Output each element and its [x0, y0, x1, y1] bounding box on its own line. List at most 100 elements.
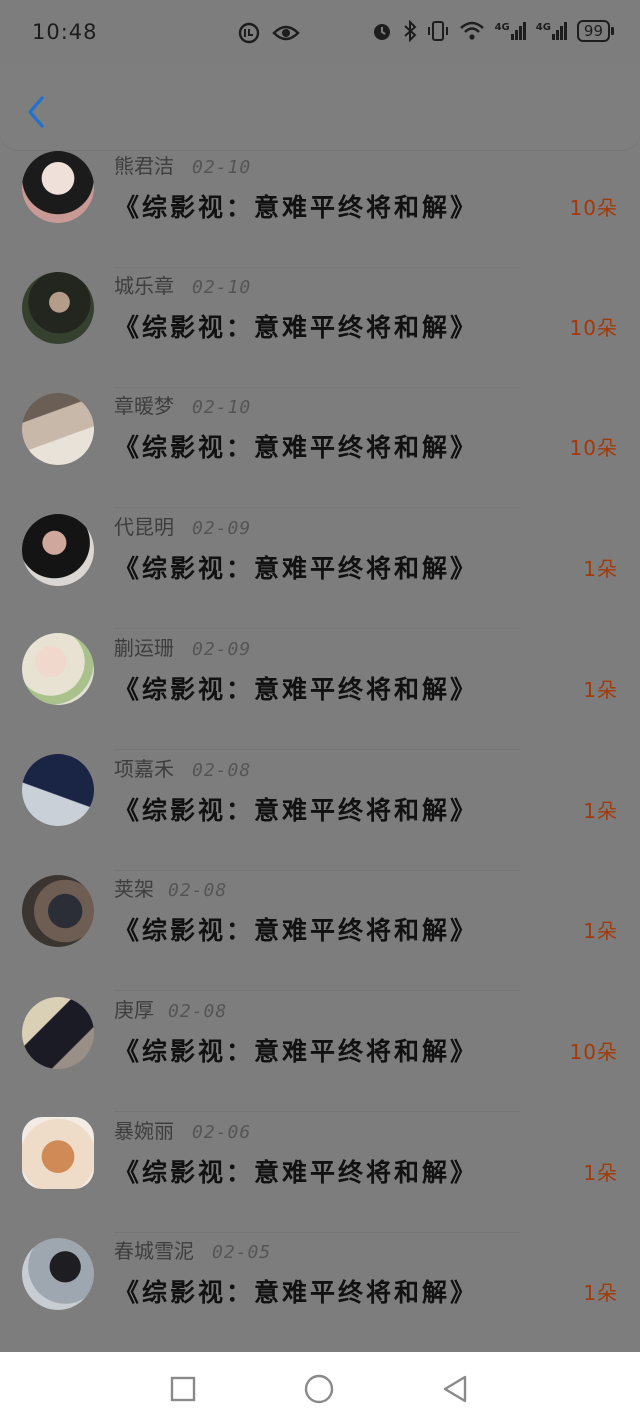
battery-indicator: 99: [576, 20, 615, 42]
avatar[interactable]: [22, 875, 94, 947]
home-button[interactable]: [302, 1372, 336, 1406]
avatar[interactable]: [22, 514, 94, 586]
user-name: 熊君洁: [114, 154, 174, 178]
back-button[interactable]: [18, 92, 54, 132]
user-name: 代昆明: [114, 515, 174, 539]
signal-1-icon: 4G: [495, 22, 526, 40]
item-meta: 章暖梦 02-10: [114, 390, 251, 419]
item-meta: 庚厚 02-08: [114, 994, 227, 1023]
vibrate-icon: [427, 21, 448, 41]
flower-count: 1朵: [583, 919, 618, 943]
item-meta: 蒯运珊 02-09: [114, 632, 251, 661]
list-item[interactable]: 熊君洁 02-10 《综影视：意难平终将和解》 10朵: [0, 148, 640, 268]
flower-count: 10朵: [569, 1040, 618, 1064]
avatar[interactable]: [22, 151, 94, 223]
item-meta: 项嘉禾 02-08: [114, 753, 251, 782]
avatar[interactable]: [22, 997, 94, 1069]
item-title: 《综影视：意难平终将和解》: [114, 675, 479, 704]
item-date: 02-08: [192, 760, 252, 781]
avatar[interactable]: [22, 272, 94, 344]
item-meta: 荚架 02-08: [114, 873, 227, 902]
list-item[interactable]: 暴婉丽 02-06 《综影视：意难平终将和解》 1朵: [0, 1113, 640, 1233]
flower-count: 1朵: [583, 1161, 618, 1185]
flower-count: 1朵: [583, 557, 618, 581]
divider: [114, 628, 520, 629]
item-title: 《综影视：意难平终将和解》: [114, 193, 479, 222]
item-date: 02-10: [192, 277, 252, 298]
avatar[interactable]: [22, 633, 94, 705]
list-item[interactable]: 庚厚 02-08 《综影视：意难平终将和解》 10朵: [0, 992, 640, 1112]
item-date: 02-05: [212, 1242, 272, 1263]
item-meta: 代昆明 02-09: [114, 511, 251, 540]
network-type-1: 4G: [494, 22, 510, 33]
item-date: 02-08: [168, 880, 228, 901]
item-title: 《综影视：意难平终将和解》: [114, 796, 479, 825]
status-bar: 10:48 4G 4G 99: [0, 0, 640, 64]
user-name: 蒯运珊: [114, 636, 174, 660]
user-name: 城乐章: [114, 274, 174, 298]
divider: [114, 990, 520, 991]
flower-count: 10朵: [569, 316, 618, 340]
item-title: 《综影视：意难平终将和解》: [114, 1037, 479, 1066]
item-title: 《综影视：意难平终将和解》: [114, 433, 479, 462]
alarm-icon: [373, 24, 390, 40]
item-meta: 城乐章 02-10: [114, 270, 251, 299]
user-name: 荚架: [114, 877, 154, 901]
list-item[interactable]: 蒯运珊 02-09 《综影视：意难平终将和解》 1朵: [0, 630, 640, 750]
item-meta: 春城雪泥 02-05: [114, 1235, 271, 1264]
item-date: 02-09: [192, 518, 252, 539]
user-name: 项嘉禾: [114, 757, 174, 781]
flower-count: 10朵: [569, 436, 618, 460]
item-title: 《综影视：意难平终将和解》: [114, 1158, 479, 1187]
wifi-icon: [459, 21, 484, 40]
divider: [114, 507, 520, 508]
eye-icon: [272, 25, 300, 41]
item-date: 02-10: [192, 397, 252, 418]
divider: [114, 1111, 520, 1112]
list-item[interactable]: 项嘉禾 02-08 《综影视：意难平终将和解》 1朵: [0, 751, 640, 871]
gift-record-list: 熊君洁 02-10 《综影视：意难平终将和解》 10朵 城乐章 02-10 《综…: [0, 148, 640, 1348]
user-name: 春城雪泥: [114, 1239, 194, 1263]
list-item[interactable]: 荚架 02-08 《综影视：意难平终将和解》 1朵: [0, 871, 640, 991]
status-icons-left: [238, 22, 300, 44]
signal-2-icon: 4G: [536, 22, 567, 40]
status-time: 10:48: [32, 20, 98, 44]
status-icons-right: 4G 4G 99: [371, 20, 615, 42]
bluetooth-icon: [403, 20, 417, 42]
item-title: 《综影视：意难平终将和解》: [114, 554, 479, 583]
item-date: 02-08: [168, 1001, 228, 1022]
flower-count: 1朵: [583, 1281, 618, 1305]
user-name: 章暖梦: [114, 394, 174, 418]
list-item[interactable]: 代昆明 02-09 《综影视：意难平终将和解》 1朵: [0, 509, 640, 629]
item-date: 02-09: [192, 639, 252, 660]
item-meta: 暴婉丽 02-06: [114, 1115, 251, 1144]
avatar[interactable]: [22, 393, 94, 465]
avatar[interactable]: [22, 1238, 94, 1310]
item-date: 02-06: [192, 1122, 252, 1143]
item-date: 02-10: [192, 157, 252, 178]
page-header: [0, 64, 640, 150]
network-type-2: 4G: [535, 22, 551, 33]
item-meta: 熊君洁 02-10: [114, 150, 251, 179]
list-item[interactable]: 章暖梦 02-10 《综影视：意难平终将和解》 10朵: [0, 388, 640, 508]
nav-back-button[interactable]: [438, 1372, 472, 1406]
avatar[interactable]: [22, 754, 94, 826]
chevron-left-icon: [28, 96, 44, 128]
avatar[interactable]: [22, 1117, 94, 1189]
item-title: 《综影视：意难平终将和解》: [114, 1278, 479, 1307]
flower-count: 1朵: [583, 678, 618, 702]
square-icon: [170, 1376, 196, 1402]
user-name: 暴婉丽: [114, 1119, 174, 1143]
divider: [114, 749, 520, 750]
item-title: 《综影视：意难平终将和解》: [114, 916, 479, 945]
recent-apps-button[interactable]: [166, 1372, 200, 1406]
data-saver-icon: [238, 22, 260, 44]
list-item[interactable]: 城乐章 02-10 《综影视：意难平终将和解》 10朵: [0, 268, 640, 388]
user-name: 庚厚: [114, 998, 154, 1022]
system-nav-bar: [0, 1352, 640, 1423]
circle-icon: [304, 1374, 334, 1404]
item-title: 《综影视：意难平终将和解》: [114, 313, 479, 342]
list-item[interactable]: 春城雪泥 02-05 《综影视：意难平终将和解》 1朵: [0, 1233, 640, 1348]
flower-count: 10朵: [569, 196, 618, 220]
triangle-back-icon: [443, 1375, 467, 1403]
